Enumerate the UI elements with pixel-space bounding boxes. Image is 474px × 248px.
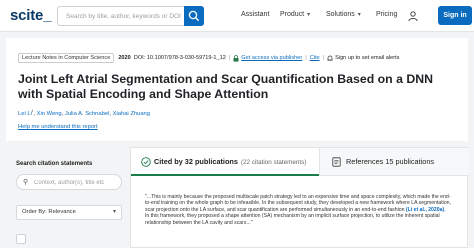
help-understand-link[interactable]: Help me understand this report	[18, 124, 98, 130]
cited-by-label: Cited by 32 publications	[154, 157, 238, 166]
statement-close-quote: "	[250, 219, 253, 226]
search-icon	[188, 10, 199, 21]
check-circle-icon	[141, 157, 151, 167]
get-access-link[interactable]: Get access via publisher	[241, 55, 302, 61]
author-link[interactable]: Xiahai Zhuang	[113, 111, 150, 117]
paper-header: Lecture Notes in Computer Science 2020 D…	[6, 38, 468, 141]
nav-product[interactable]: Product ▾	[280, 11, 310, 18]
alert-signup-text[interactable]: Sign up to set email alerts	[335, 55, 399, 61]
author-list: Lei Liℹ, Xin Weng, Julia A. Schnabel, Xi…	[18, 108, 150, 117]
nav-assistant-label: Assistant	[241, 11, 270, 18]
sidebar-title: Search citation statements	[16, 161, 93, 167]
references-label: References 15 publications	[346, 157, 435, 166]
cite-link[interactable]: Cite	[310, 55, 320, 61]
divider: |	[228, 55, 231, 61]
citation-statement: "...This is mainly because the proposed …	[145, 194, 451, 226]
sign-in-button[interactable]: Sign in	[438, 6, 472, 25]
divider: |	[322, 55, 325, 61]
order-by-value: Order By: Relevance	[22, 209, 76, 215]
nav-product-label: Product	[280, 11, 305, 18]
person-icon	[408, 11, 418, 22]
nav-pricing-label: Pricing	[376, 11, 398, 18]
chevron-down-icon: ▾	[112, 209, 116, 215]
nav-assistant[interactable]: Assistant	[241, 11, 269, 18]
global-search[interactable]	[57, 6, 204, 26]
author-link[interactable]: Xin Weng	[37, 111, 62, 117]
lock-icon	[233, 54, 239, 62]
document-icon	[332, 157, 341, 167]
chevron-down-icon: ▾	[357, 12, 361, 18]
citation-reference[interactable]: (Li et al., 2020a)	[406, 207, 444, 213]
venue-badge[interactable]: Lecture Notes in Computer Science	[18, 53, 115, 63]
top-nav: scite_ Assistant Product▾ Solutions▾ Pri…	[0, 0, 474, 32]
author-link[interactable]: Lei Li	[18, 111, 32, 117]
paper-meta-row: Lecture Notes in Computer Science 2020 D…	[18, 53, 399, 63]
divider: |	[305, 55, 307, 61]
user-icon[interactable]	[407, 10, 419, 24]
tab-references[interactable]: References 15 publications	[319, 148, 469, 176]
author-link[interactable]: Julia A. Schnabel	[65, 111, 109, 117]
bell-icon	[327, 55, 333, 61]
citation-statements-count: (22 citation statements)	[240, 159, 307, 166]
chevron-down-icon: ▾	[307, 12, 311, 18]
citations-panel: Cited by 32 publications (22 citation sta…	[130, 147, 469, 248]
scite-logo[interactable]: scite_	[10, 7, 52, 24]
nav-pricing[interactable]: Pricing	[376, 11, 397, 18]
global-search-input[interactable]	[66, 10, 186, 23]
search-button[interactable]	[184, 6, 204, 26]
filter-checkbox[interactable]	[16, 234, 26, 244]
nav-solutions[interactable]: Solutions ▾	[326, 11, 361, 18]
citation-search[interactable]: ⚲	[16, 174, 122, 190]
filter-row[interactable]	[16, 233, 122, 245]
doi-text[interactable]: DOI: 10.1007/978-3-030-59719-1_12	[134, 55, 226, 61]
tab-cited-by[interactable]: Cited by 32 publications (22 citation sta…	[131, 148, 319, 176]
search-icon: ⚲	[23, 179, 29, 186]
publication-year: 2020	[118, 55, 131, 61]
citation-search-input[interactable]	[34, 178, 119, 187]
order-by-select[interactable]: Order By: Relevance ▾	[16, 205, 122, 220]
nav-solutions-label: Solutions	[326, 11, 355, 18]
paper-title: Joint Left Atrial Segmentation and Scar …	[18, 72, 433, 101]
